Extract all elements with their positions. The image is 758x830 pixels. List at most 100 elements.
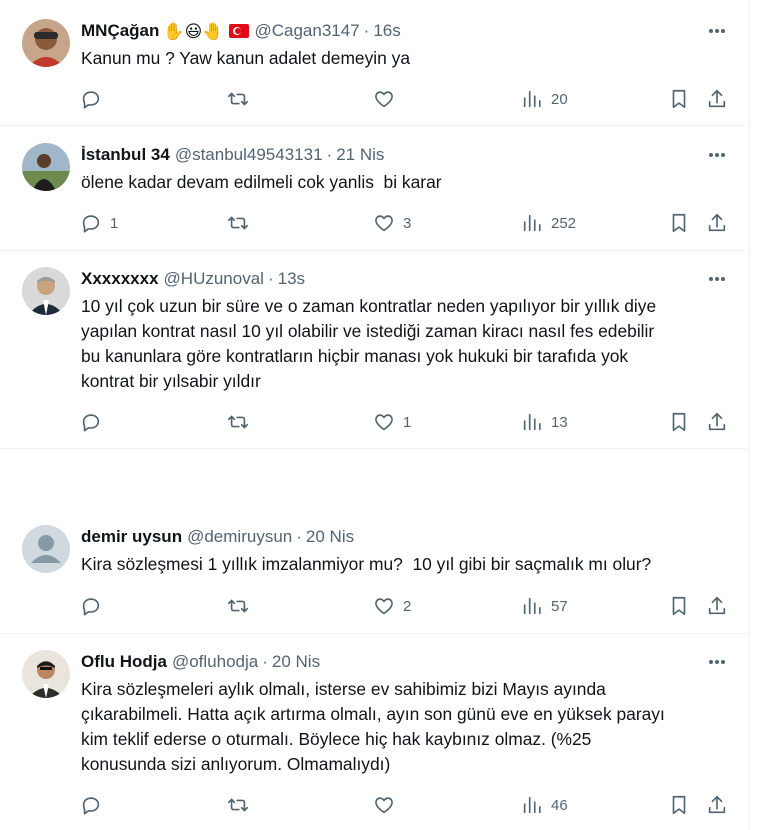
retweet-button[interactable] xyxy=(227,87,249,111)
reply-icon xyxy=(82,414,100,432)
tweet-text: ölene kadar devam edilmeli cok yanlis bi… xyxy=(81,172,442,192)
views-icon xyxy=(523,413,541,431)
heart-icon xyxy=(375,797,393,814)
bookmark-button[interactable] xyxy=(668,793,690,817)
user-handle[interactable]: @ofluhodja xyxy=(172,652,258,672)
retweet-icon xyxy=(228,92,248,106)
like-button[interactable]: 2 xyxy=(373,594,411,618)
bookmark-button[interactable] xyxy=(668,211,690,235)
like-button[interactable] xyxy=(373,87,403,111)
like-button[interactable]: 1 xyxy=(373,410,411,434)
views-icon xyxy=(523,597,541,615)
like-count: 3 xyxy=(403,214,412,232)
avatar[interactable] xyxy=(22,525,70,573)
share-button[interactable] xyxy=(706,211,728,235)
turkey-flag-icon xyxy=(229,24,250,38)
bookmark-button[interactable] xyxy=(668,87,690,111)
views-button[interactable]: 46 xyxy=(521,793,568,817)
more-icon[interactable] xyxy=(706,144,728,166)
tweet-header: MNÇağan ✋😃🤚 @Cagan3147 · 16s xyxy=(81,20,401,42)
separator-dot: · xyxy=(326,145,333,164)
views-button[interactable]: 252 xyxy=(521,211,576,235)
view-count: 252 xyxy=(551,214,577,232)
display-name[interactable]: İstanbul 34 xyxy=(81,145,170,165)
heart-icon xyxy=(375,215,393,232)
heart-icon xyxy=(375,414,393,431)
more-icon[interactable] xyxy=(706,20,728,42)
share-icon xyxy=(708,795,726,814)
avatar[interactable] xyxy=(22,19,70,67)
display-name[interactable]: Oflu Hodja xyxy=(81,652,167,672)
bookmark-icon xyxy=(672,795,686,815)
like-button[interactable]: 3 xyxy=(373,211,411,235)
views-button[interactable]: 20 xyxy=(521,87,568,111)
views-button[interactable]: 57 xyxy=(521,594,568,618)
tweet-header: Xxxxxxxx @HUzunoval · 13s xyxy=(81,268,305,290)
user-handle[interactable]: @demiruysun xyxy=(187,527,292,547)
display-name[interactable]: MNÇağan xyxy=(81,21,159,41)
reply-button[interactable] xyxy=(80,793,110,817)
reply-button[interactable]: 1 xyxy=(80,211,118,235)
share-icon xyxy=(708,213,726,232)
reply-icon xyxy=(82,215,100,233)
tweet[interactable]: demir uysun @demiruysun · 20 Nis Kira sö… xyxy=(0,509,750,634)
avatar[interactable] xyxy=(22,143,70,191)
user-handle[interactable]: @HUzunoval xyxy=(164,269,264,289)
display-name[interactable]: Xxxxxxxx xyxy=(81,269,159,289)
tweet-actions: 1 13 xyxy=(80,410,730,434)
share-button[interactable] xyxy=(706,87,728,111)
retweet-button[interactable] xyxy=(227,793,249,817)
retweet-icon xyxy=(228,798,248,812)
retweet-icon xyxy=(228,415,248,429)
avatar[interactable] xyxy=(22,650,70,698)
reply-button[interactable] xyxy=(80,87,110,111)
tweet-text: Kanun mu ? Yaw kanun adalet demeyin ya xyxy=(81,48,411,68)
timestamp[interactable]: 16s xyxy=(373,21,400,41)
tweet[interactable]: Oflu Hodja @ofluhodja · 20 Nis Kira sözl… xyxy=(0,634,750,830)
retweet-button[interactable] xyxy=(227,410,249,434)
timestamp[interactable]: 21 Nis xyxy=(336,145,384,165)
share-button[interactable] xyxy=(706,410,728,434)
tweet[interactable]: MNÇağan ✋😃🤚 @Cagan3147 · 16s Kanun mu ? … xyxy=(0,0,750,126)
reply-icon xyxy=(82,598,100,616)
bookmark-button[interactable] xyxy=(668,410,690,434)
tweet-header: Oflu Hodja @ofluhodja · 20 Nis xyxy=(81,651,320,673)
retweet-icon xyxy=(228,599,248,613)
bookmark-button[interactable] xyxy=(668,594,690,618)
reply-button[interactable] xyxy=(80,594,110,618)
view-count: 46 xyxy=(551,796,568,814)
retweet-button[interactable] xyxy=(227,594,249,618)
view-count: 13 xyxy=(551,413,568,431)
tweet[interactable]: Xxxxxxxx @HUzunoval · 13s 10 yıl çok uzu… xyxy=(0,251,750,449)
tweet-actions: 2 57 xyxy=(80,594,730,618)
more-icon[interactable] xyxy=(706,268,728,290)
heart-icon xyxy=(375,598,393,615)
timestamp[interactable]: 20 Nis xyxy=(306,527,354,547)
share-button[interactable] xyxy=(706,793,728,817)
separator-dot: · xyxy=(363,21,370,40)
timestamp[interactable]: 20 Nis xyxy=(272,652,320,672)
timestamp[interactable]: 13s xyxy=(278,269,305,289)
like-button[interactable] xyxy=(373,793,403,817)
user-handle[interactable]: @Cagan3147 xyxy=(254,21,359,41)
views-button[interactable]: 13 xyxy=(521,410,568,434)
like-count: 1 xyxy=(403,413,412,431)
tweet[interactable]: İstanbul 34 @stanbul49543131 · 21 Nis öl… xyxy=(0,126,750,251)
tweet-actions: 1 3 252 xyxy=(80,211,730,235)
reply-icon xyxy=(82,797,100,815)
reply-button[interactable] xyxy=(80,410,110,434)
views-icon xyxy=(523,214,541,232)
avatar[interactable] xyxy=(22,267,70,315)
user-handle[interactable]: @stanbul49543131 xyxy=(175,145,323,165)
tweet-header: demir uysun @demiruysun · 20 Nis xyxy=(81,526,354,548)
share-button[interactable] xyxy=(706,594,728,618)
display-name[interactable]: demir uysun xyxy=(81,527,182,547)
more-icon[interactable] xyxy=(706,651,728,673)
like-count: 2 xyxy=(403,597,412,615)
bookmark-icon xyxy=(672,412,686,432)
share-icon xyxy=(708,596,726,615)
bookmark-icon xyxy=(672,596,686,616)
view-count: 20 xyxy=(551,90,568,108)
share-icon xyxy=(708,412,726,431)
retweet-button[interactable] xyxy=(227,211,249,235)
